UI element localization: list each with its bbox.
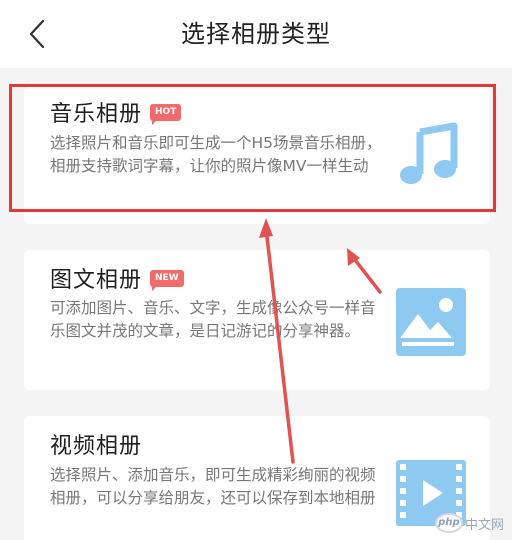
card-title: 音乐相册 xyxy=(50,102,143,127)
watermark-text: 中文网 xyxy=(464,517,504,533)
image-text-album-card[interactable]: 图文相册 NEW 可添加图片、音乐、文字，生成像公众号一样音乐图文并茂的文章，是… xyxy=(24,250,490,390)
card-description: 可添加图片、音乐、文字，生成像公众号一样音乐图文并茂的文章，是日记游记的分享神器… xyxy=(50,299,376,340)
page-title: 选择相册类型 xyxy=(181,20,331,48)
music-note-icon xyxy=(400,122,458,184)
card-title: 视频相册 xyxy=(50,434,143,459)
card-description: 选择照片、添加音乐，即可生成精彩绚丽的视频相册，可以分享给朋友，还可以保存到本地… xyxy=(50,466,376,507)
header-bar: 选择相册类型 xyxy=(0,0,512,68)
video-album-card[interactable]: 视频相册 选择照片、添加音乐，即可生成精彩绚丽的视频相册，可以分享给朋友，还可以… xyxy=(24,416,490,540)
new-badge: NEW xyxy=(150,269,184,291)
card-description: 选择照片和音乐即可生成一个H5场景音乐相册，相册支持歌词字幕，让你的照片像MV一… xyxy=(50,134,382,175)
card-title: 图文相册 xyxy=(50,268,143,293)
php-logo: php xyxy=(434,513,463,533)
hot-badge: HOT xyxy=(150,103,182,125)
watermark: php 中文网 xyxy=(434,508,504,538)
music-album-card[interactable]: 音乐相册 HOT 选择照片和音乐即可生成一个H5场景音乐相册，相册支持歌词字幕，… xyxy=(24,86,490,224)
image-icon xyxy=(396,288,466,356)
